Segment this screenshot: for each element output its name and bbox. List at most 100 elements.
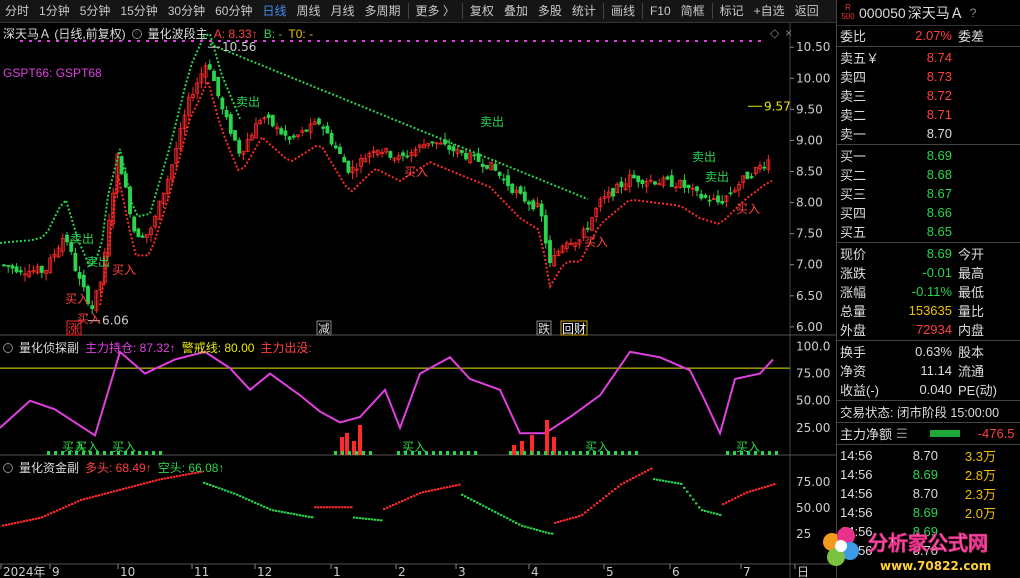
fund-histogram-bar — [44, 514, 47, 517]
main-force-bar — [512, 445, 516, 455]
indicator-name[interactable]: 量化波段主 — [148, 25, 208, 42]
toolbar-item-19[interactable]: +自选 — [749, 0, 790, 23]
period-toolbar: 分时 1分钟 5分钟 15分钟 30分钟 60分钟 日线 周线 月线 多周期 更多 〉复权 叠加 多股统… — [0, 0, 836, 23]
panel3-indicator-name[interactable]: 量化资金副 — [19, 459, 79, 476]
toolbar-item-2[interactable]: 5分钟 — [75, 0, 116, 23]
bid-price: 8.65 — [926, 224, 952, 239]
main-force-label: 主力出没: — [260, 341, 312, 355]
top-dot — [632, 40, 635, 42]
stock-name: 深天马Ａ — [907, 4, 964, 21]
panel2-toggle-icon[interactable]: ○ — [3, 342, 13, 353]
toolbar-item-5[interactable]: 60分钟 — [210, 0, 257, 23]
panel2-indicator-name[interactable]: 量化侦探副 — [19, 339, 79, 356]
fund-histogram-bar — [392, 504, 395, 507]
fund-histogram-bar — [641, 472, 644, 475]
toolbar-item-18[interactable]: 标记 — [715, 0, 749, 23]
watermark-title: 分析家公式网 — [868, 531, 988, 555]
top-dot — [569, 40, 572, 42]
fund-histogram-bar — [755, 488, 758, 491]
toolbar-item-13[interactable]: 多股 — [533, 0, 567, 23]
fund-histogram-bar — [575, 515, 578, 518]
fund-histogram-bar — [302, 514, 305, 517]
toolbar-item-14[interactable]: 统计 — [567, 0, 601, 23]
toolbar-item-17[interactable]: 简框 — [676, 0, 710, 23]
diamond-icon[interactable]: ◇ — [770, 26, 779, 40]
fund-histogram-bar — [230, 491, 233, 494]
fund-histogram-bar — [272, 509, 275, 512]
tick-price: 8.69 — [912, 467, 938, 482]
buy-volume-bar — [474, 451, 477, 455]
panel2-buy-label: 买入 — [75, 440, 99, 454]
indicator-toggle-icon[interactable]: ○ — [131, 28, 142, 39]
fund-histogram-bar — [482, 504, 485, 507]
stat2-label: 换手 — [840, 345, 867, 360]
x-axis-label: 9 — [52, 565, 60, 578]
toolbar-item-3[interactable]: 15分钟 — [115, 0, 162, 23]
fund-histogram-bar — [434, 488, 437, 491]
fund-histogram-bar — [467, 496, 470, 499]
fund-histogram-bar — [164, 477, 167, 480]
fund-histogram-bar — [530, 527, 533, 530]
toolbar-item-15[interactable]: 画线 — [606, 0, 640, 23]
fund-histogram-bar — [554, 521, 557, 524]
panel3-tick-label: 25 — [796, 527, 811, 541]
buy-volume-bar — [453, 451, 456, 455]
trade-signal-label: 卖出 — [86, 255, 110, 269]
fund-histogram-bar — [695, 502, 698, 505]
candle-body — [73, 252, 78, 272]
toolbar-item-9[interactable]: 多周期 — [360, 0, 406, 23]
candle-body — [636, 175, 641, 183]
toolbar-item-10[interactable]: 更多 〉 — [411, 0, 460, 23]
fund-histogram-bar — [251, 500, 254, 503]
fund-histogram-bar — [170, 476, 173, 479]
fund-histogram-bar — [269, 508, 272, 511]
fund-histogram-bar — [101, 493, 104, 496]
candle-body — [317, 118, 321, 125]
top-dot — [650, 40, 653, 42]
buy-volume-bar — [509, 451, 512, 455]
tick-row: 14:56 8.69 2.8万 — [837, 465, 1020, 484]
event-badge: 回财 — [562, 322, 586, 336]
stat2-row: 换手 0.63% 股本 — [837, 342, 1020, 361]
fund-histogram-bar — [656, 478, 659, 481]
candle-body — [728, 192, 733, 195]
candle-body — [2, 264, 6, 267]
fund-histogram-bar — [125, 487, 128, 490]
chart-area[interactable]: 10.50 10.00 9.50 9.00 8.50 8.00 7.50 7.00 6.50 6.… — [0, 23, 836, 578]
fund-histogram-bar — [728, 500, 731, 503]
fund-histogram-bar — [638, 473, 641, 476]
help-icon[interactable]: ? — [970, 6, 977, 20]
fund-histogram-bar — [524, 525, 527, 528]
buy-volume-bar — [775, 451, 778, 455]
fund-histogram-bar — [293, 513, 296, 516]
toolbar-item-7[interactable]: 周线 — [291, 0, 325, 23]
close-icon[interactable]: × — [785, 26, 792, 40]
ask-label: 卖四 — [840, 70, 867, 85]
kline-chart-svg[interactable]: 10.50 10.00 9.50 9.00 8.50 8.00 7.50 7.00 6.50 6.… — [0, 23, 836, 578]
toolbar-item-20[interactable]: 返回 — [790, 0, 824, 23]
toolbar-item-16[interactable]: F10 — [645, 0, 676, 23]
buy-volume-bar — [47, 451, 50, 455]
toolbar-item-4[interactable]: 30分钟 — [163, 0, 210, 23]
toolbar-item-6[interactable]: 日线 — [257, 0, 291, 23]
event-badge: 涨 — [68, 321, 80, 336]
fund-histogram-bar — [653, 478, 656, 481]
toolbar-item-11[interactable]: 复权 — [465, 0, 499, 23]
trade-status: 交易状态: 闭市阶段 15:00:00 — [837, 402, 1020, 421]
x-axis-label: 2 — [398, 565, 406, 578]
fund-histogram-bar — [590, 506, 593, 509]
toolbar-item-1[interactable]: 1分钟 — [34, 0, 75, 23]
net-value: -476.5 — [977, 426, 1015, 441]
fund-histogram-bar — [539, 529, 542, 532]
toolbar-item-12[interactable]: 叠加 — [499, 0, 533, 23]
fund-histogram-bar — [245, 497, 248, 500]
stat-row: 总量 153635 量比 — [837, 301, 1020, 320]
toolbar-item-0[interactable]: 分时 — [0, 0, 34, 23]
toolbar-item-8[interactable]: 月线 — [326, 0, 360, 23]
panel3-toggle-icon[interactable]: ○ — [3, 462, 13, 473]
net-row[interactable]: 主力净额 ☰ -476.5 — [837, 424, 1020, 443]
buy-volume-bar — [460, 451, 463, 455]
bid-row: 买二 8.68 — [837, 165, 1020, 184]
list-icon[interactable]: ☰ — [896, 426, 908, 442]
fund-histogram-bar — [698, 506, 701, 509]
